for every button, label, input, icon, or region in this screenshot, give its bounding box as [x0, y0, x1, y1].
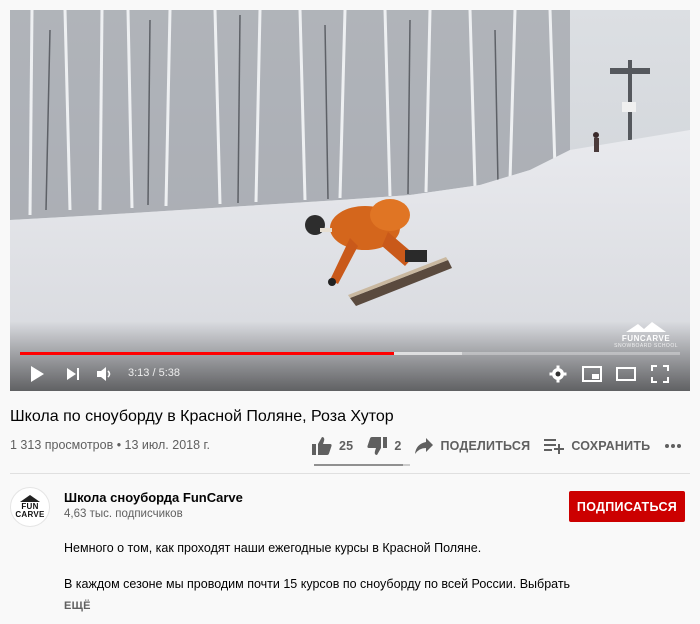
- miniplayer-button[interactable]: [580, 362, 604, 386]
- settings-icon: [549, 365, 567, 383]
- next-button[interactable]: [62, 362, 84, 386]
- subscribe-button[interactable]: ПОДПИСАТЬСЯ: [569, 491, 685, 522]
- volume-button[interactable]: [94, 362, 116, 386]
- time-current: 3:13: [128, 367, 150, 379]
- progress-played: [20, 352, 394, 355]
- meta-dot: •: [113, 438, 125, 452]
- channel-name[interactable]: Школа сноуборда FunCarve: [64, 490, 243, 505]
- mountain-logo-icon: [626, 322, 667, 332]
- dislike-button[interactable]: 2: [367, 437, 401, 455]
- fullscreen-icon: [651, 365, 669, 383]
- video-title: Школа по сноуборду в Красной Поляне, Роз…: [10, 408, 394, 425]
- time-display: 3:13 / 5:38: [128, 367, 180, 379]
- description-line: Немного о том, как проходят наши ежегодн…: [64, 541, 482, 555]
- description-line: В каждом сезоне мы проводим почти 15 кур…: [64, 577, 571, 591]
- video-meta: 1 313 просмотров • 13 июл. 2018 г.: [10, 438, 210, 452]
- playlist-add-icon: [544, 439, 565, 454]
- save-label: СОХРАНИТЬ: [571, 439, 651, 453]
- avatar-text-line2: CARVE: [15, 510, 45, 519]
- more-horizontal-icon: [665, 444, 682, 448]
- save-button[interactable]: СОХРАНИТЬ: [544, 438, 650, 454]
- progress-bar[interactable]: [20, 352, 680, 355]
- channel-watermark[interactable]: FUNCARVE SNOWBOARD SCHOOL: [614, 322, 678, 349]
- like-count: 25: [339, 439, 354, 453]
- like-ratio-fill: [314, 464, 403, 466]
- like-ratio-bar: [314, 464, 410, 466]
- subscriber-count: 4,63 тыс. подписчиков: [64, 508, 183, 520]
- settings-button[interactable]: [546, 362, 570, 386]
- share-label: ПОДЕЛИТЬСЯ: [440, 439, 531, 453]
- time-separator: /: [149, 367, 159, 379]
- play-button[interactable]: [26, 362, 48, 386]
- dislike-count: 2: [394, 439, 402, 453]
- show-more-button[interactable]: ЕЩЁ: [64, 600, 91, 612]
- play-icon: [31, 366, 44, 382]
- divider: [10, 473, 690, 474]
- upload-date: 13 июл. 2018 г.: [124, 438, 211, 452]
- thumbs-up-icon: [312, 437, 332, 455]
- next-icon: [67, 368, 79, 380]
- view-count: 1 313 просмотров: [10, 438, 114, 452]
- more-actions-button[interactable]: [664, 443, 682, 449]
- channel-avatar[interactable]: FUN CARVE: [10, 487, 50, 527]
- miniplayer-icon: [582, 366, 602, 382]
- fullscreen-button[interactable]: [648, 362, 672, 386]
- time-total: 5:38: [158, 367, 181, 379]
- share-button[interactable]: ПОДЕЛИТЬСЯ: [415, 438, 530, 454]
- like-button[interactable]: 25: [312, 437, 353, 455]
- video-actions: 25 2 ПОДЕЛИТЬСЯ СОХРАНИТЬ: [312, 430, 696, 462]
- watermark-subtext: SNOWBOARD SCHOOL: [614, 343, 678, 349]
- share-icon: [415, 438, 434, 454]
- theater-icon: [616, 367, 636, 381]
- watermark-text: FUNCARVE: [621, 334, 671, 343]
- theater-button[interactable]: [614, 362, 638, 386]
- volume-icon: [97, 367, 111, 381]
- mountain-logo-icon: [20, 495, 40, 502]
- thumbs-down-icon: [367, 437, 388, 455]
- video-player[interactable]: FUNCARVE SNOWBOARD SCHOOL 3:13 / 5:38: [10, 10, 690, 391]
